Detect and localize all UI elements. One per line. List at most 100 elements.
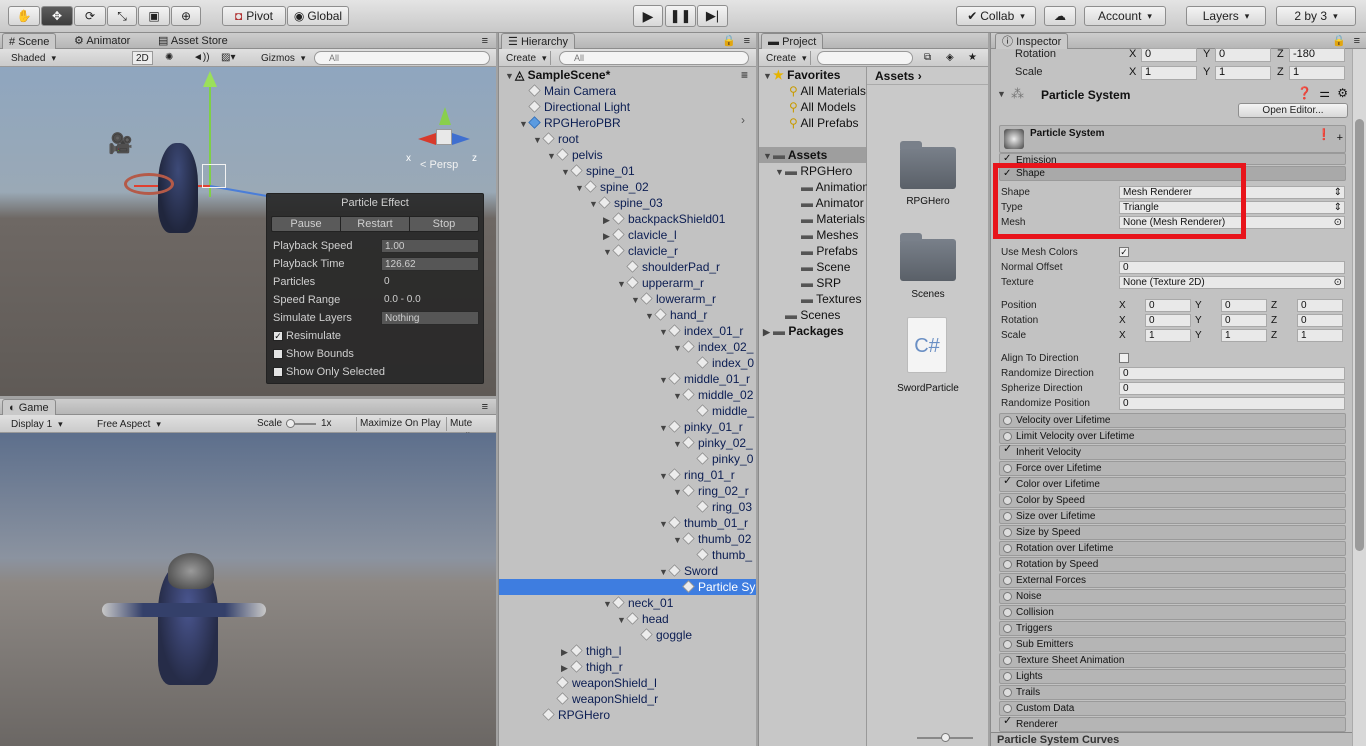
expand-arrow-icon[interactable]: ▶ [603, 228, 613, 244]
tab-project[interactable]: ▬ Project [761, 33, 824, 49]
randomize-direction-field[interactable]: 0 [1119, 367, 1345, 380]
expand-arrow-icon[interactable]: ▼ [645, 308, 655, 324]
filter-label-icon[interactable]: ◈ [943, 51, 957, 65]
module-toggle-icon[interactable] [1003, 464, 1012, 473]
module-toggle-icon[interactable] [1003, 656, 1012, 665]
hierarchy-row[interactable]: Particle Sy [499, 579, 756, 595]
shape-position-y-field[interactable]: 0 [1221, 299, 1267, 312]
expand-arrow-icon[interactable]: ▶ [561, 644, 571, 660]
game-viewport[interactable] [0, 433, 496, 746]
project-folder-row[interactable]: ▬ Animation [759, 179, 869, 195]
module-header[interactable]: Sub Emitters [999, 637, 1346, 652]
favorite-item[interactable]: ⚲ All Prefabs [759, 115, 866, 131]
hierarchy-row[interactable]: ▼ spine_01 [499, 163, 756, 179]
tab-asset-store[interactable]: ▤ Asset Store [152, 33, 234, 49]
expand-arrow-icon[interactable]: ▼ [659, 564, 669, 580]
hierarchy-row[interactable]: ▼ thumb_02 [499, 531, 756, 547]
module-header[interactable]: Color by Speed [999, 493, 1346, 508]
tab-scene[interactable]: # Scene [2, 33, 57, 49]
module-header[interactable]: Size by Speed [999, 525, 1346, 540]
module-header[interactable]: Trails [999, 685, 1346, 700]
project-search-input[interactable] [817, 51, 913, 65]
project-folder-row[interactable]: ▬ Meshes [759, 227, 866, 243]
expand-arrow-icon[interactable]: ▼ [673, 340, 683, 356]
module-toggle-icon[interactable] [1003, 624, 1012, 633]
prefab-expand-arrow-icon[interactable]: › [741, 113, 745, 127]
thumbnail-slider-thumb[interactable] [941, 733, 950, 742]
hierarchy-row[interactable]: ▼ RPGHeroPBR [499, 115, 756, 131]
filter-type-icon[interactable]: ⧉ [921, 51, 934, 65]
collab-dropdown[interactable]: ✔ Collab [956, 6, 1036, 26]
expand-arrow-icon[interactable]: ▼ [659, 516, 669, 532]
hierarchy-row[interactable]: ▼ ring_02_r [499, 483, 756, 499]
expand-arrow-icon[interactable]: ▼ [603, 244, 613, 260]
rpghero-folder-row[interactable]: ▼▬ RPGHero [759, 163, 866, 179]
tab-hierarchy[interactable]: ☰ Hierarchy [501, 33, 576, 49]
inspector-scroll-thumb[interactable] [1355, 119, 1364, 551]
hierarchy-row[interactable]: ▼ middle_01_r [499, 371, 756, 387]
module-toggle-icon[interactable] [1003, 592, 1012, 601]
hierarchy-row[interactable]: Main Camera [499, 83, 756, 99]
module-toggle-icon[interactable] [1003, 672, 1012, 681]
module-header[interactable]: ✓ Inherit Velocity [999, 444, 1346, 460]
module-toggle-icon[interactable] [1003, 704, 1012, 713]
scenes-folder-icon[interactable] [900, 233, 956, 281]
pause-effect-button[interactable]: Pause [272, 217, 341, 231]
dropdown-arrow-icon[interactable]: ⇕ [1334, 187, 1342, 198]
project-folder-row[interactable]: ▬ Scene [759, 259, 866, 275]
module-header[interactable]: Limit Velocity over Lifetime [999, 429, 1346, 444]
assets-row[interactable]: ▼▬ Assets [759, 147, 866, 163]
help-icon[interactable]: ❓ [1297, 86, 1312, 100]
expand-arrow-icon[interactable]: ▼ [631, 292, 641, 308]
hierarchy-row[interactable]: ▼ index_02_ [499, 339, 756, 355]
module-toggle-icon[interactable] [1003, 416, 1012, 425]
transform-x-field[interactable]: 1 [1141, 66, 1197, 80]
transform-y-field[interactable]: 1 [1215, 66, 1271, 80]
module-toggle-icon[interactable] [1003, 544, 1012, 553]
project-folder-row[interactable]: ▬ Animator [759, 195, 866, 211]
hierarchy-row[interactable]: ▼ hand_r [499, 307, 756, 323]
module-header[interactable]: Velocity over Lifetime [999, 413, 1346, 428]
hierarchy-row[interactable]: ▼ middle_02 [499, 387, 756, 403]
hierarchy-row[interactable]: ▼ ring_01_r [499, 467, 756, 483]
fx-icon[interactable]: ▨▾ [218, 51, 238, 65]
expand-arrow-icon[interactable]: ▼ [673, 436, 683, 452]
panel-menu-icon[interactable]: ≡ [476, 33, 494, 49]
shape-position-z-field[interactable]: 0 [1297, 299, 1343, 312]
project-folder-row[interactable]: ▬ Textures [759, 291, 866, 307]
expand-arrow-icon[interactable]: ▼ [659, 468, 669, 484]
light-icon[interactable]: ✺ [162, 51, 176, 65]
hierarchy-row[interactable]: ▼ index_01_r [499, 323, 756, 339]
expand-arrow-icon[interactable]: ▼ [673, 484, 683, 500]
module-toggle-icon[interactable] [1003, 608, 1012, 617]
hierarchy-row[interactable]: weaponShield_r [499, 691, 756, 707]
hierarchy-row[interactable]: ▼ head [499, 611, 756, 627]
module-enabled-check-icon[interactable]: ✓ [1003, 716, 1012, 727]
hierarchy-row[interactable]: ▼ Sword [499, 563, 756, 579]
cloud-button[interactable]: ☁ [1044, 6, 1076, 26]
expand-arrow-icon[interactable]: ▼ [617, 612, 627, 628]
module-header[interactable]: Force over Lifetime [999, 461, 1346, 476]
particle-effect-checkbox[interactable] [273, 367, 283, 377]
module-header[interactable]: Lights [999, 669, 1346, 684]
module-toggle-icon[interactable] [1003, 576, 1012, 585]
hierarchy-row[interactable]: pinky_0 [499, 451, 756, 467]
rpghero-folder-icon[interactable] [900, 141, 956, 189]
display-dropdown[interactable]: Display 1 [8, 417, 84, 431]
module-header[interactable]: Triggers [999, 621, 1346, 636]
expand-arrow-icon[interactable]: ▼ [659, 372, 669, 388]
project-folder-row[interactable]: ▬ Prefabs [759, 243, 866, 259]
move-tool-button[interactable]: ✥ [41, 6, 73, 26]
expand-arrow-icon[interactable]: ▼ [659, 324, 669, 340]
shape-position-x-field[interactable]: 0 [1145, 299, 1191, 312]
module-header[interactable]: External Forces [999, 573, 1346, 588]
transform-x-field[interactable]: 0 [1141, 48, 1197, 62]
module-toggle-icon[interactable] [1003, 560, 1012, 569]
hierarchy-row[interactable]: ▼ pelvis [499, 147, 756, 163]
shape-rotation-y-field[interactable]: 0 [1221, 314, 1267, 327]
hierarchy-row[interactable]: ▶ thigh_r [499, 659, 756, 675]
expand-arrow-icon[interactable]: ▼ [547, 148, 557, 164]
expand-arrow-icon[interactable]: ▼ [603, 596, 613, 612]
module-header[interactable]: ✓ Renderer [999, 716, 1346, 732]
particle-effect-value[interactable]: 1.00 [381, 239, 479, 253]
